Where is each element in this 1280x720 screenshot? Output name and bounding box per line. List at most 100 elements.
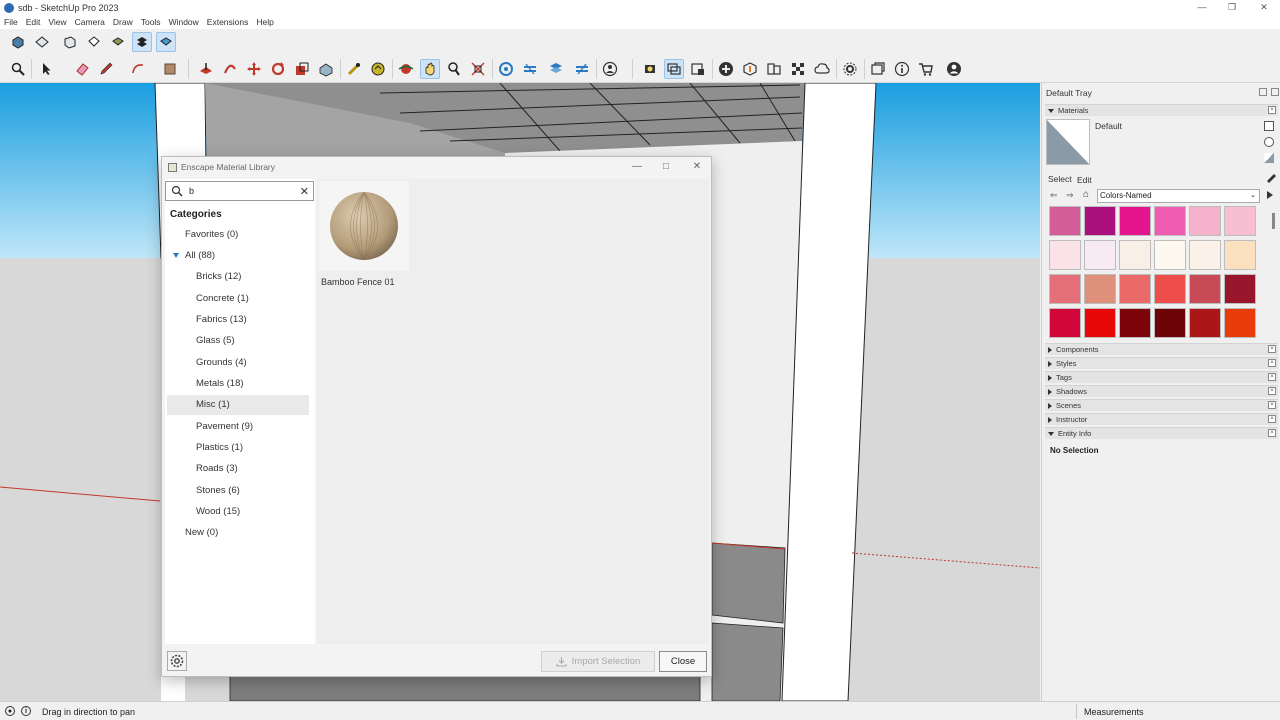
color-swatch[interactable]	[1189, 206, 1221, 236]
dialog-minimize-icon[interactable]: —	[630, 160, 644, 174]
dialog-maximize-icon[interactable]: □	[659, 160, 673, 174]
display-section-icon[interactable]	[520, 59, 540, 79]
settings-button[interactable]	[167, 651, 187, 671]
panel-close-icon[interactable]: ×	[1268, 373, 1276, 381]
import-selection-button[interactable]: Import Selection	[541, 651, 655, 672]
section-cut-icon[interactable]	[546, 59, 566, 79]
color-swatch[interactable]	[1119, 308, 1151, 338]
category-pavement[interactable]: Pavement (9)	[167, 417, 309, 437]
color-swatch[interactable]	[1049, 206, 1081, 236]
menu-edit[interactable]: Edit	[26, 17, 41, 27]
panel-close-icon[interactable]: ×	[1268, 106, 1276, 114]
add-icon[interactable]	[716, 59, 736, 79]
create-material-icon[interactable]	[1264, 137, 1274, 147]
color-swatch[interactable]	[1119, 206, 1151, 236]
category-grounds[interactable]: Grounds (4)	[167, 353, 309, 373]
orbit-icon[interactable]	[396, 59, 416, 79]
iso-view-icon[interactable]	[8, 32, 28, 52]
category-fabrics[interactable]: Fabrics (13)	[167, 310, 309, 330]
select-tab[interactable]: Select	[1048, 174, 1072, 184]
menu-file[interactable]: File	[4, 17, 18, 27]
eraser-icon[interactable]	[72, 59, 92, 79]
color-swatch[interactable]	[1049, 240, 1081, 270]
menu-camera[interactable]: Camera	[75, 17, 105, 27]
edit-tab[interactable]: Edit	[1077, 175, 1092, 185]
close-window-icon[interactable]: ✕	[1250, 0, 1278, 15]
panel-close-icon[interactable]: ×	[1268, 401, 1276, 409]
offset-icon[interactable]	[316, 59, 336, 79]
home-icon[interactable]: ⌂	[1083, 189, 1089, 200]
details-arrow-icon[interactable]	[1265, 190, 1275, 200]
search-field[interactable]: ✕	[165, 181, 314, 201]
rotate-icon[interactable]	[268, 59, 288, 79]
checkerboard-icon[interactable]	[788, 59, 808, 79]
tags-panel-header[interactable]: Tags ×	[1045, 371, 1278, 383]
bottom-view-icon[interactable]	[156, 32, 176, 52]
paint-bucket-icon[interactable]	[160, 59, 180, 79]
forward-arrow-icon[interactable]: ⇒	[1066, 190, 1074, 201]
category-bricks[interactable]: Bricks (12)	[167, 267, 309, 287]
styles-panel-header[interactable]: Styles ×	[1045, 357, 1278, 369]
maximize-icon[interactable]: ❐	[1218, 0, 1246, 15]
panel-close-icon[interactable]: ×	[1268, 345, 1276, 353]
material-tile[interactable]: Bamboo Fence 01	[319, 181, 409, 291]
panel-close-icon[interactable]: ×	[1268, 429, 1276, 437]
move-icon[interactable]	[244, 59, 264, 79]
dialog-title-bar[interactable]: Enscape Material Library	[162, 157, 711, 177]
category-concrete[interactable]: Concrete (1)	[167, 289, 309, 309]
color-swatch[interactable]	[1154, 240, 1186, 270]
cloud-icon[interactable]	[812, 59, 832, 79]
category-wood[interactable]: Wood (15)	[167, 502, 309, 522]
color-swatch[interactable]	[1189, 240, 1221, 270]
tray-pin-icon[interactable]	[1259, 88, 1267, 96]
shadows-panel-header[interactable]: Shadows ×	[1045, 385, 1278, 397]
section-plane-icon[interactable]	[496, 59, 516, 79]
color-swatch[interactable]	[1224, 274, 1256, 304]
color-swatch[interactable]	[1224, 240, 1256, 270]
back-view-icon[interactable]	[108, 32, 128, 52]
dialog-close-icon[interactable]: ✕	[690, 160, 704, 174]
color-swatch[interactable]	[1154, 206, 1186, 236]
menu-window[interactable]: Window	[169, 17, 199, 27]
upload-icon[interactable]	[740, 59, 760, 79]
sample-paint-icon[interactable]	[1265, 171, 1277, 183]
expand-arrow-icon[interactable]	[173, 253, 179, 258]
window-icon[interactable]	[868, 59, 888, 79]
select-icon[interactable]	[36, 59, 56, 79]
geo-location-icon[interactable]: ●	[5, 706, 15, 716]
panel-close-icon[interactable]: ×	[1268, 415, 1276, 423]
follow-me-icon[interactable]	[220, 59, 240, 79]
tape-measure-icon[interactable]	[344, 59, 364, 79]
entity-info-panel-header[interactable]: Entity Info ×	[1045, 427, 1278, 439]
zoom-icon[interactable]	[444, 59, 464, 79]
category-plastics[interactable]: Plastics (1)	[167, 438, 309, 458]
category-metals[interactable]: Metals (18)	[167, 374, 309, 394]
tray-close-icon[interactable]	[1271, 88, 1279, 96]
menu-view[interactable]: View	[48, 17, 66, 27]
category-new[interactable]: New (0)	[167, 523, 309, 543]
account-icon[interactable]	[944, 59, 964, 79]
info-icon[interactable]	[892, 59, 912, 79]
close-button[interactable]: Close	[659, 651, 707, 672]
menu-extensions[interactable]: Extensions	[207, 17, 249, 27]
pencil-icon[interactable]	[96, 59, 116, 79]
enscape-start-icon[interactable]	[640, 59, 660, 79]
right-view-icon[interactable]	[84, 32, 104, 52]
front-view-icon[interactable]	[60, 32, 80, 52]
scenes-panel-header[interactable]: Scenes ×	[1045, 399, 1278, 411]
minimize-icon[interactable]: —	[1188, 0, 1216, 15]
category-stones[interactable]: Stones (6)	[167, 481, 309, 501]
panel-close-icon[interactable]: ×	[1268, 387, 1276, 395]
color-swatch[interactable]	[1084, 274, 1116, 304]
category-glass[interactable]: Glass (5)	[167, 331, 309, 351]
pan-icon[interactable]	[420, 59, 440, 79]
clear-search-icon[interactable]: ✕	[300, 185, 309, 198]
color-swatch[interactable]	[1049, 274, 1081, 304]
materials-icon[interactable]	[764, 59, 784, 79]
enscape-capture-icon[interactable]	[688, 59, 708, 79]
menu-tools[interactable]: Tools	[141, 17, 161, 27]
panel-close-icon[interactable]: ×	[1268, 359, 1276, 367]
info-icon[interactable]: i	[21, 706, 31, 716]
color-swatch[interactable]	[1189, 308, 1221, 338]
protractor-icon[interactable]	[368, 59, 388, 79]
